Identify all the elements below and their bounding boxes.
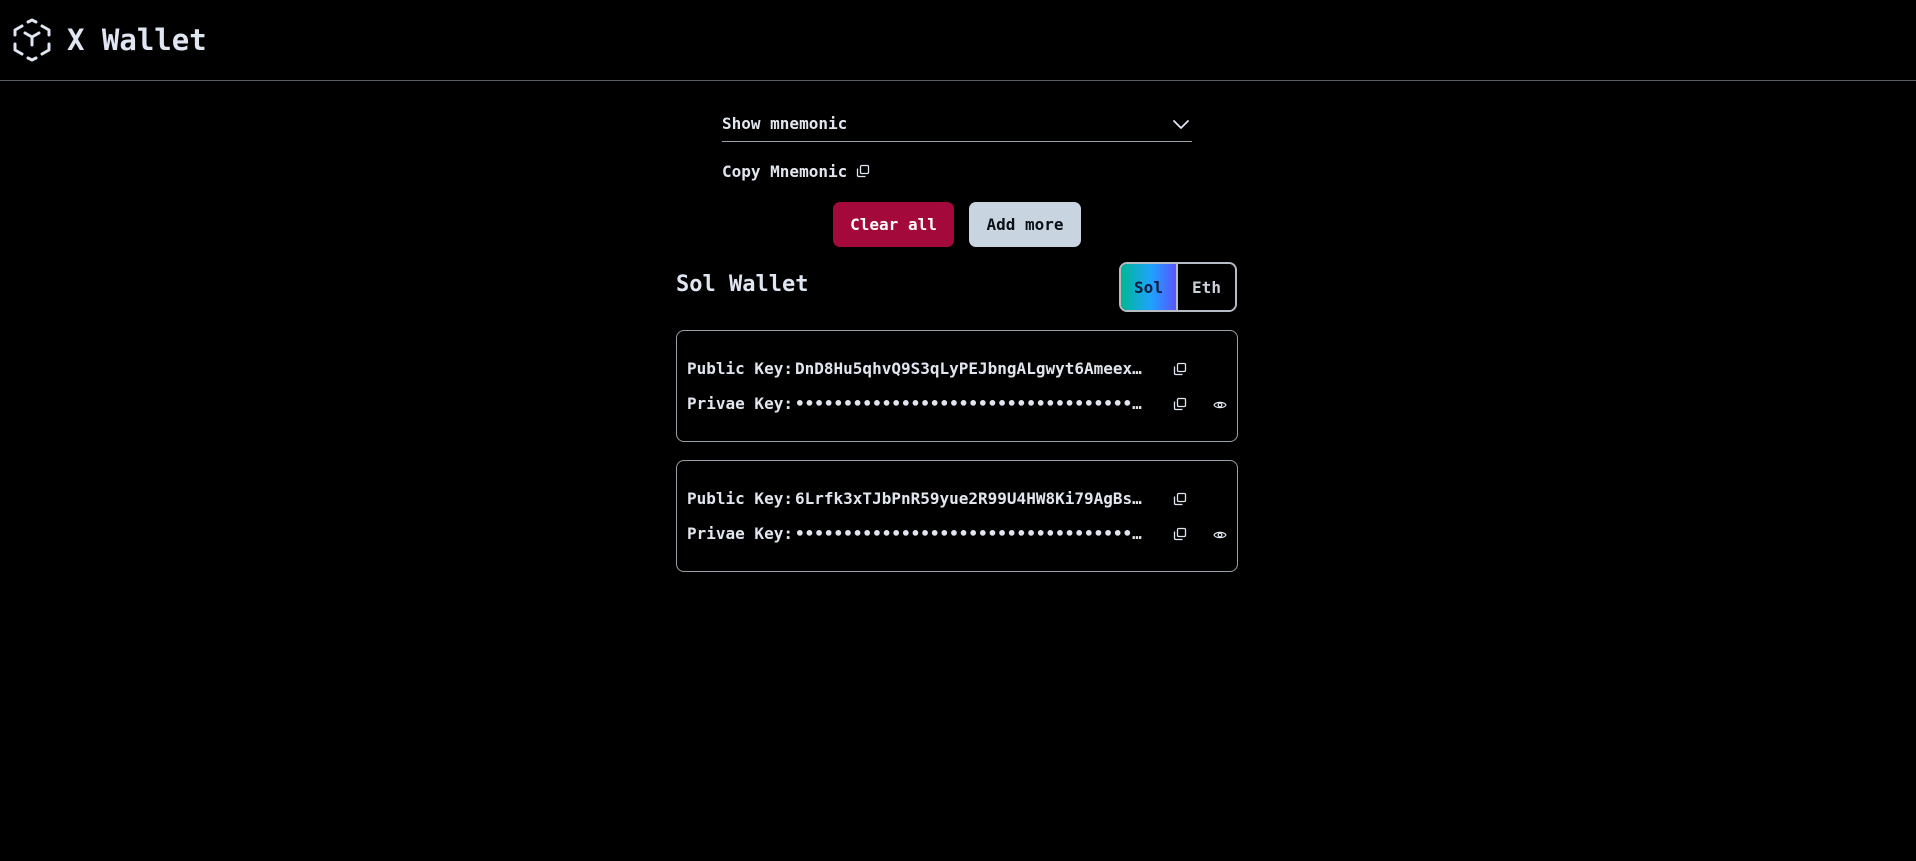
chain-option-sol[interactable]: Sol [1121, 264, 1178, 310]
chevron-down-icon [1173, 120, 1189, 129]
private-key-label: Privae Key: [687, 524, 793, 543]
public-key-value: 6Lrfk3xTJbPnR59yue2R99U4HW8Ki79AgBscJ… [795, 489, 1145, 508]
copy-icon[interactable] [1173, 527, 1187, 541]
copy-icon[interactable] [1173, 492, 1187, 506]
private-key-value: ••••••••••••••••••••••••••••••••••••••… [795, 394, 1145, 413]
mnemonic-dropdown-label: Show mnemonic [722, 114, 848, 133]
chain-option-eth[interactable]: Eth [1178, 264, 1235, 310]
app-title: X Wallet [67, 23, 207, 57]
public-key-row: Public Key: DnD8Hu5qhvQ9S3qLyPEJbngALgwy… [687, 359, 1227, 381]
add-more-button[interactable]: Add more [969, 202, 1081, 247]
private-key-value: ••••••••••••••••••••••••••••••••••••••… [795, 524, 1145, 543]
private-key-label: Privae Key: [687, 394, 793, 413]
wallet-card: Public Key: 6Lrfk3xTJbPnR59yue2R99U4HW8K… [676, 460, 1238, 572]
eye-icon[interactable] [1213, 398, 1227, 412]
app-header: X Wallet [0, 0, 1916, 81]
wallet-card: Public Key: DnD8Hu5qhvQ9S3qLyPEJbngALgwy… [676, 330, 1238, 442]
private-key-row: Privae Key: ••••••••••••••••••••••••••••… [687, 394, 1227, 416]
public-key-label: Public Key: [687, 489, 793, 508]
mnemonic-dropdown[interactable]: Show mnemonic [722, 112, 1192, 142]
public-key-row: Public Key: 6Lrfk3xTJbPnR59yue2R99U4HW8K… [687, 489, 1227, 511]
wallet-heading: Sol Wallet [676, 272, 809, 297]
copy-icon [857, 164, 870, 178]
eye-icon[interactable] [1213, 528, 1227, 542]
clear-all-button[interactable]: Clear all [833, 202, 954, 247]
hexagon-logo-icon [13, 18, 51, 62]
private-key-row: Privae Key: ••••••••••••••••••••••••••••… [687, 524, 1227, 546]
public-key-label: Public Key: [687, 359, 793, 378]
copy-mnemonic-label: Copy Mnemonic [722, 161, 848, 181]
copy-icon[interactable] [1173, 362, 1187, 376]
copy-icon[interactable] [1173, 397, 1187, 411]
public-key-value: DnD8Hu5qhvQ9S3qLyPEJbngALgwyt6Ameexmo… [795, 359, 1145, 378]
chain-toggle: Sol Eth [1119, 262, 1237, 312]
copy-mnemonic-button[interactable]: Copy Mnemonic [722, 160, 870, 182]
